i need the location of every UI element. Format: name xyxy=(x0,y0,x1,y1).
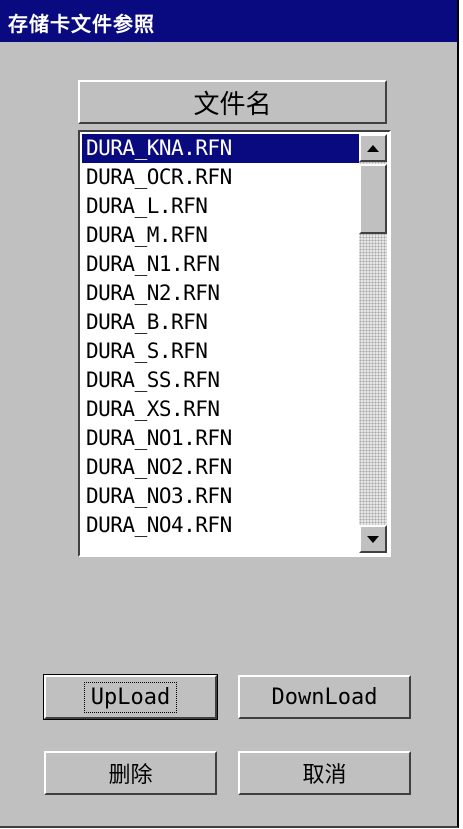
scroll-up-button[interactable] xyxy=(359,134,387,162)
file-list-items: DURA_KNA.RFN DURA_OCR.RFN DURA_L.RFN DUR… xyxy=(82,134,359,540)
cancel-button[interactable]: 取消 xyxy=(238,751,411,795)
vertical-scrollbar[interactable] xyxy=(359,134,387,553)
upload-button[interactable]: UpLoad xyxy=(43,674,218,720)
download-button-label: DownLoad xyxy=(271,684,378,710)
upload-button-label: UpLoad xyxy=(83,681,178,713)
list-item[interactable]: DURA_N2.RFN xyxy=(82,279,359,308)
list-item[interactable]: DURA_XS.RFN xyxy=(82,395,359,424)
delete-button[interactable]: 删除 xyxy=(44,751,217,795)
list-item[interactable]: DURA_OCR.RFN xyxy=(82,163,359,192)
list-item[interactable]: DURA_B.RFN xyxy=(82,308,359,337)
scroll-down-button[interactable] xyxy=(359,525,387,553)
list-item[interactable]: DURA_S.RFN xyxy=(82,337,359,366)
file-browser-window: 存储卡文件参照 文件名 DURA_KNA.RFN DURA_OCR.RFN DU… xyxy=(0,0,459,828)
cancel-button-label: 取消 xyxy=(302,763,347,788)
column-header-filename[interactable]: 文件名 xyxy=(78,80,387,124)
arrow-up-icon xyxy=(367,144,379,152)
title-bar[interactable]: 存储卡文件参照 xyxy=(0,0,457,42)
list-item[interactable]: DURA_NO4.RFN xyxy=(82,511,359,540)
delete-button-label: 删除 xyxy=(108,763,153,788)
list-item[interactable]: DURA_N1.RFN xyxy=(82,250,359,279)
list-item[interactable]: DURA_NO2.RFN xyxy=(82,453,359,482)
list-item[interactable]: DURA_SS.RFN xyxy=(82,366,359,395)
download-button[interactable]: DownLoad xyxy=(238,675,411,719)
list-item[interactable]: DURA_L.RFN xyxy=(82,192,359,221)
list-item[interactable]: DURA_NO1.RFN xyxy=(82,424,359,453)
arrow-down-icon xyxy=(367,535,379,543)
list-item[interactable]: DURA_M.RFN xyxy=(82,221,359,250)
scrollbar-thumb[interactable] xyxy=(359,164,387,234)
window-title: 存储卡文件参照 xyxy=(8,12,155,36)
list-item[interactable]: DURA_KNA.RFN xyxy=(82,134,359,163)
list-item[interactable]: DURA_NO3.RFN xyxy=(82,482,359,511)
file-listbox[interactable]: DURA_KNA.RFN DURA_OCR.RFN DURA_L.RFN DUR… xyxy=(78,130,391,557)
